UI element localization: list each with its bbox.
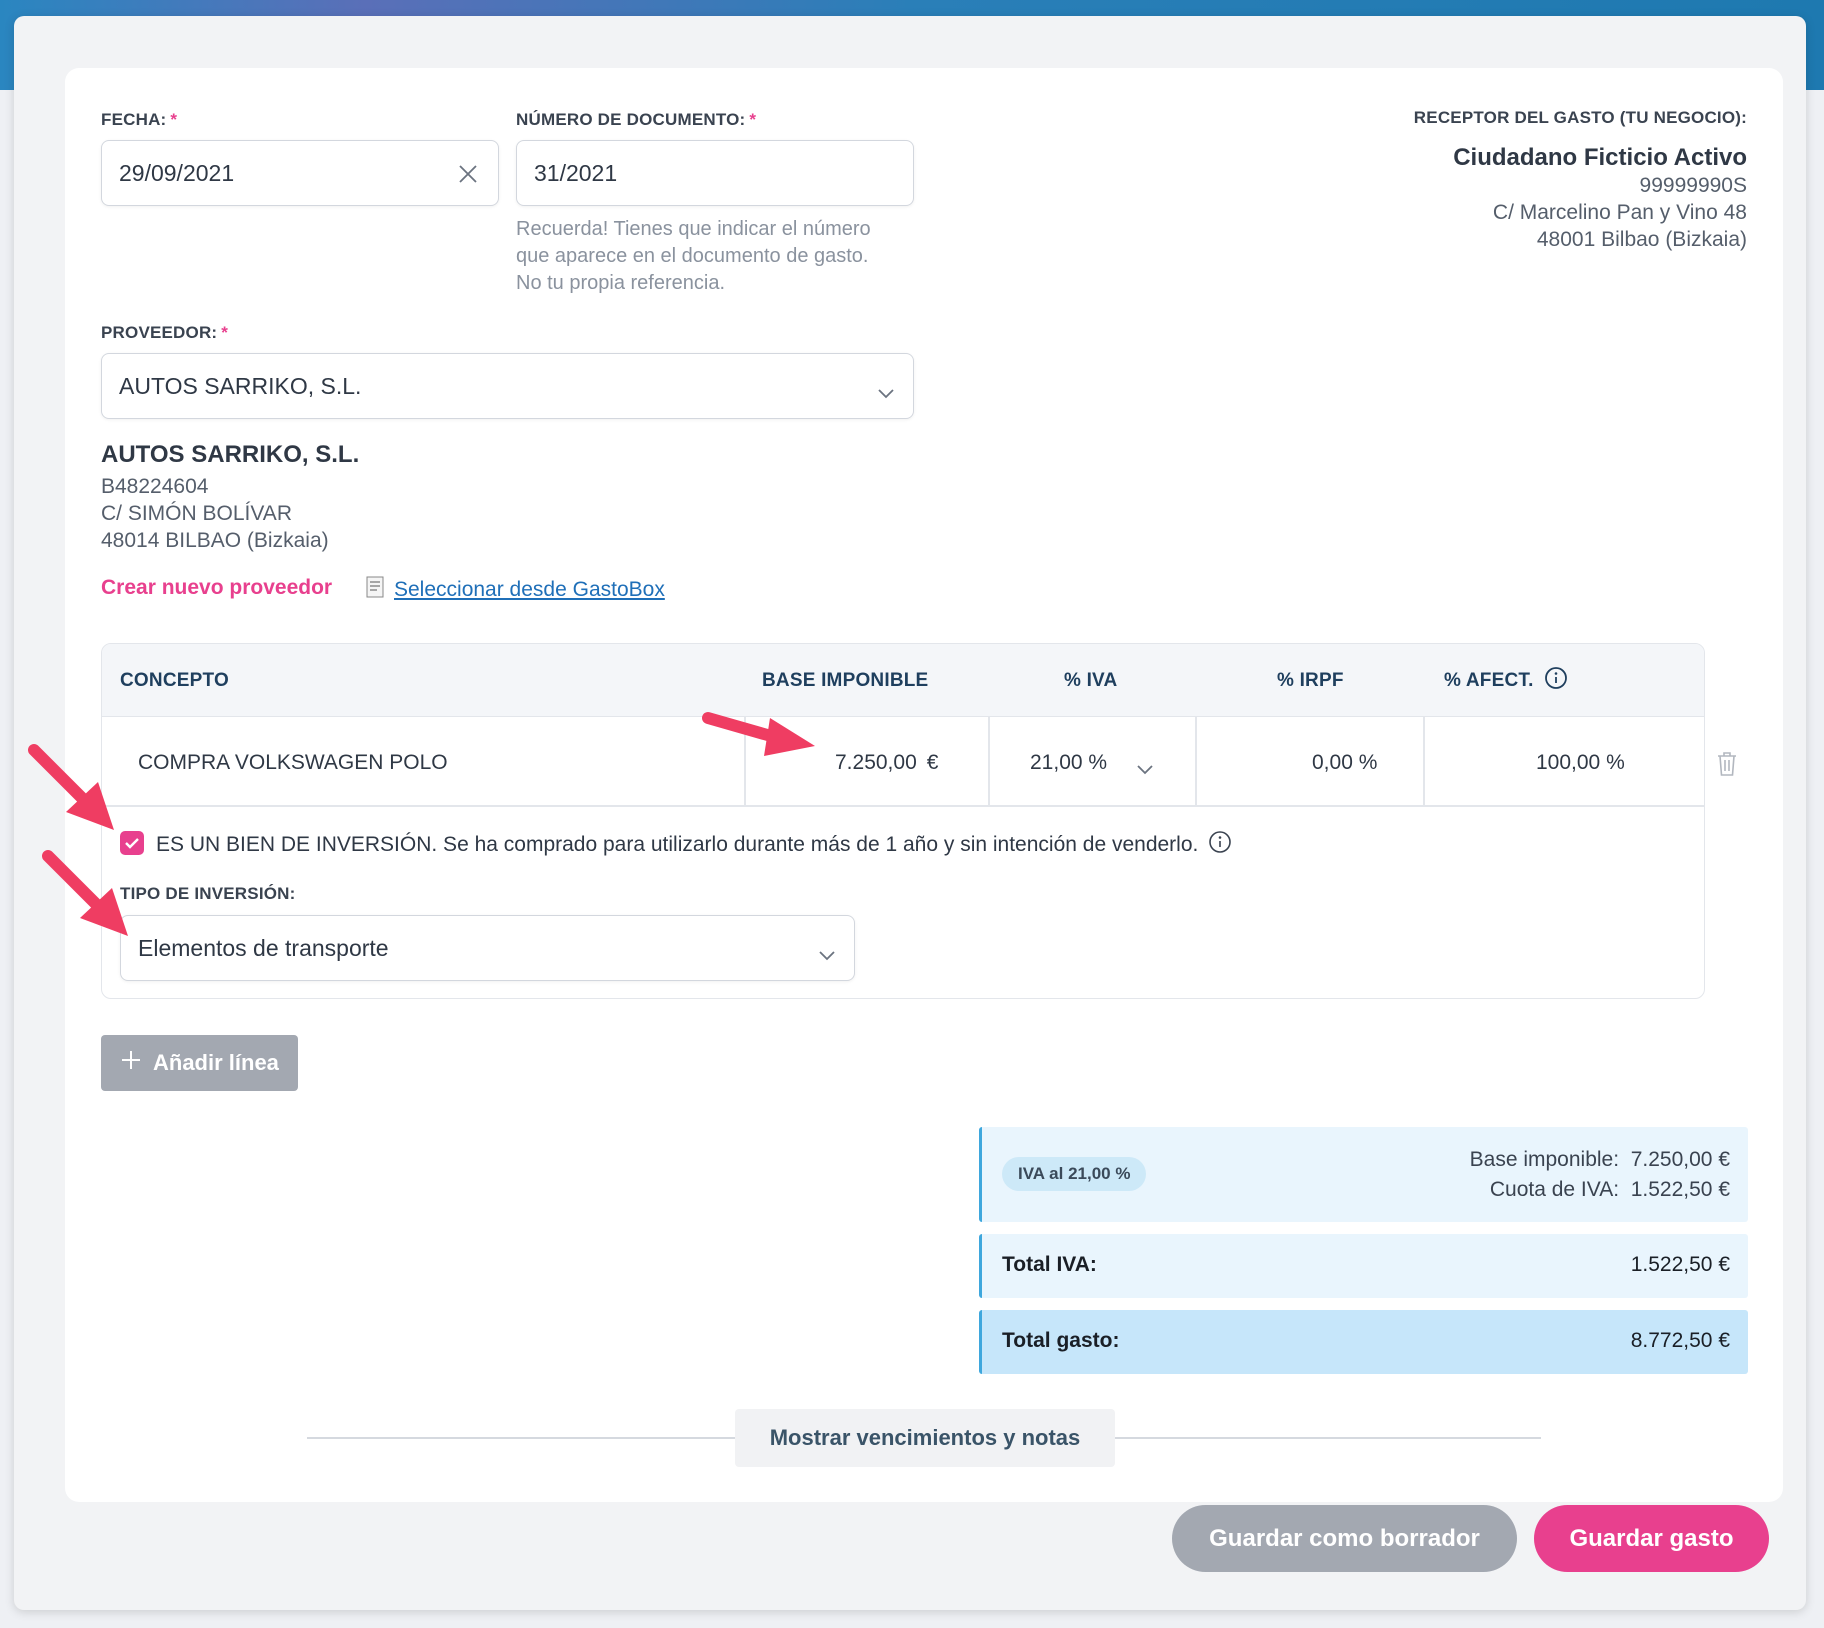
- receptor-city: 48001 Bilbao (Bizkaia): [1536, 228, 1747, 251]
- receptor-nif: 99999990S: [1639, 174, 1747, 197]
- numero-label: NÚMERO DE DOCUMENTO: *: [516, 110, 756, 130]
- numero-hint-line: que aparece en el documento de gasto.: [516, 245, 869, 267]
- annotation-arrow-icon: [702, 712, 815, 756]
- base-value: 7.250,00 €: [1630, 1148, 1730, 1171]
- receptor-address: C/ Marcelino Pan y Vino 48: [1492, 201, 1747, 224]
- total-gasto-value: 8.772,50 €: [1630, 1329, 1730, 1352]
- row-concepto[interactable]: COMPRA VOLKSWAGEN POLO: [138, 751, 448, 775]
- total-gasto-row: Total gasto: 8.772,50 €: [979, 1310, 1748, 1374]
- gastobox-link[interactable]: Seleccionar desde GastoBox: [394, 578, 665, 602]
- chevron-down-icon: [877, 378, 895, 405]
- proveedor-label-text: PROVEEDOR:: [101, 323, 218, 342]
- receptor-block: RECEPTOR DEL GASTO (TU NEGOCIO): Ciudada…: [1414, 108, 1747, 253]
- proveedor-nif: B48224604: [101, 475, 209, 498]
- row-iva-select[interactable]: 21,00 %: [1030, 751, 1153, 775]
- receipt-icon: [366, 576, 384, 603]
- required-mark: *: [170, 110, 178, 129]
- tipo-inversion-value: Elementos de transporte: [138, 934, 389, 961]
- row-iva-value: 21,00 %: [1030, 751, 1108, 774]
- numero-value: 31/2021: [534, 159, 618, 186]
- required-mark: *: [221, 323, 229, 342]
- header-base: BASE IMPONIBLE: [762, 670, 929, 691]
- proveedor-select[interactable]: AUTOS SARRIKO, S.L.: [101, 353, 914, 419]
- chevron-down-icon: [1136, 757, 1154, 781]
- cell-divider: [1423, 717, 1425, 805]
- iva-rate-pill: IVA al 21,00 %: [1002, 1157, 1147, 1191]
- cell-divider: [1195, 717, 1197, 805]
- numero-documento-input[interactable]: 31/2021: [516, 140, 914, 206]
- base-label: Base imponible:: [1469, 1148, 1620, 1171]
- row-irpf[interactable]: 0,00 %: [1312, 751, 1377, 775]
- inversion-label: ES UN BIEN DE INVERSIÓN. Se ha comprado …: [156, 830, 1232, 860]
- total-iva-value: 1.522,50 €: [1630, 1253, 1730, 1276]
- receptor-label: RECEPTOR DEL GASTO (TU NEGOCIO):: [1413, 108, 1747, 127]
- row-divider: [102, 805, 1704, 807]
- iva-breakdown: IVA al 21,00 % Base imponible: 7.250,00 …: [979, 1127, 1748, 1222]
- row-base-currency: €: [926, 751, 939, 774]
- expense-form-card: FECHA: * 29/09/2021 NÚMERO DE DOCUMENTO: *…: [65, 68, 1783, 1502]
- tipo-inversion-select[interactable]: Elementos de transporte: [120, 915, 855, 981]
- fecha-input[interactable]: 29/09/2021: [101, 140, 499, 206]
- receptor-name: Ciudadano Ficticio Activo: [1453, 144, 1747, 171]
- total-gasto-label: Total gasto:: [1002, 1329, 1120, 1352]
- cell-divider: [988, 717, 990, 805]
- expense-modal: FECHA: * 29/09/2021 NÚMERO DE DOCUMENTO: *…: [14, 16, 1806, 1610]
- show-more-button[interactable]: Mostrar vencimientos y notas: [735, 1409, 1115, 1467]
- plus-icon: [121, 1050, 141, 1076]
- fecha-label-text: FECHA:: [101, 110, 167, 129]
- save-draft-button[interactable]: Guardar como borrador: [1172, 1505, 1517, 1572]
- numero-hint-line: Recuerda! Tienes que indicar el número: [516, 218, 871, 240]
- iva-breakdown-values: Base imponible: 7.250,00 € Cuota de IVA:…: [1470, 1145, 1730, 1205]
- gastobox-select[interactable]: Seleccionar desde GastoBox: [366, 576, 665, 603]
- inversion-text: ES UN BIEN DE INVERSIÓN. Se ha comprado …: [156, 833, 1199, 856]
- proveedor-city: 48014 BILBAO (Bizkaia): [101, 529, 329, 552]
- add-line-label: Añadir línea: [153, 1050, 279, 1075]
- fecha-label: FECHA: *: [101, 110, 177, 130]
- add-line-button[interactable]: Añadir línea: [101, 1035, 298, 1091]
- fecha-value: 29/09/2021: [119, 159, 235, 186]
- total-iva-row: Total IVA: 1.522,50 €: [979, 1234, 1748, 1298]
- proveedor-value: AUTOS SARRIKO, S.L.: [119, 372, 362, 399]
- numero-label-text: NÚMERO DE DOCUMENTO:: [516, 110, 746, 129]
- total-iva-label: Total IVA:: [1002, 1253, 1097, 1276]
- proveedor-name: AUTOS SARRIKO, S.L.: [101, 441, 360, 468]
- header-concepto: CONCEPTO: [120, 670, 229, 691]
- cuota-value: 1.522,50 €: [1630, 1178, 1730, 1201]
- crear-proveedor-link[interactable]: Crear nuevo proveedor: [101, 576, 332, 600]
- row-base-value: 7.250,00: [835, 751, 917, 774]
- info-icon[interactable]: [1208, 830, 1232, 860]
- numero-hint-line: No tu propia referencia.: [516, 272, 726, 294]
- proveedor-address: C/ SIMÓN BOLÍVAR: [101, 502, 292, 525]
- proveedor-label: PROVEEDOR: *: [101, 323, 228, 343]
- table-header: CONCEPTO BASE IMPONIBLE % IVA % IRPF % A…: [102, 644, 1704, 717]
- info-icon[interactable]: [1544, 666, 1568, 696]
- trash-icon[interactable]: [1715, 750, 1739, 783]
- required-mark: *: [749, 110, 757, 129]
- numero-hint: Recuerda! Tienes que indicar el número q…: [516, 216, 871, 297]
- clear-icon[interactable]: [458, 163, 478, 190]
- annotation-arrow-icon: [28, 744, 114, 830]
- header-afect: % AFECT.: [1444, 666, 1568, 696]
- chevron-down-icon: [818, 940, 836, 967]
- row-base[interactable]: 7.250,00 €: [835, 751, 938, 775]
- concept-table: CONCEPTO BASE IMPONIBLE % IVA % IRPF % A…: [101, 643, 1705, 999]
- tipo-inversion-label: TIPO DE INVERSIÓN:: [120, 884, 296, 903]
- proveedor-info: AUTOS SARRIKO, S.L. B48224604 C/ SIMÓN B…: [101, 441, 359, 554]
- header-iva: % IVA: [1064, 670, 1118, 691]
- header-afect-text: % AFECT.: [1444, 670, 1534, 691]
- cuota-label: Cuota de IVA:: [1489, 1178, 1620, 1201]
- annotation-arrow-icon: [42, 850, 128, 936]
- header-irpf: % IRPF: [1277, 670, 1344, 691]
- row-afect[interactable]: 100,00 %: [1536, 751, 1625, 775]
- save-button[interactable]: Guardar gasto: [1534, 1505, 1769, 1572]
